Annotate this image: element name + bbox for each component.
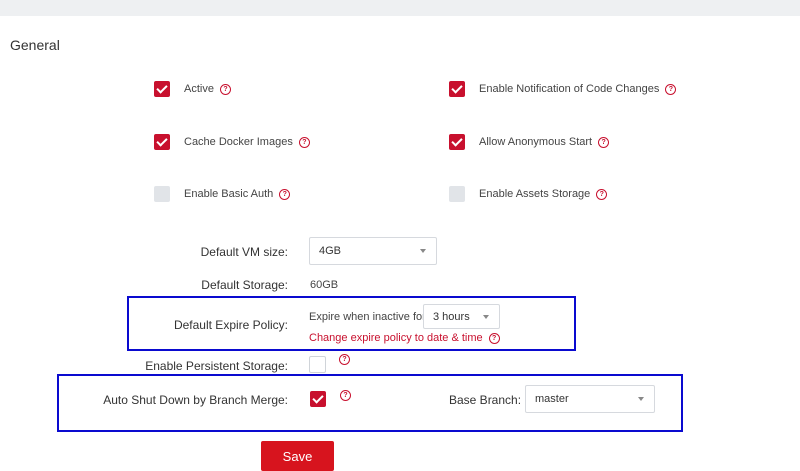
- chevron-down-icon: [420, 249, 426, 253]
- enable-basic-auth-checkbox[interactable]: [154, 186, 170, 202]
- vm-size-label: Default VM size:: [200, 245, 288, 259]
- help-icon[interactable]: ?: [339, 354, 350, 365]
- option-label: Enable Basic Auth: [184, 188, 274, 200]
- help-icon[interactable]: ?: [488, 332, 500, 344]
- option-label: Enable Notification of Code Changes: [479, 83, 660, 95]
- expire-policy-label: Default Expire Policy:: [173, 318, 288, 332]
- expire-duration-select[interactable]: 3 hours: [423, 304, 500, 329]
- vm-size-value: 4GB: [319, 245, 342, 257]
- option-label: Cache Docker Images: [184, 136, 293, 148]
- option-label: Allow Anonymous Start: [479, 136, 593, 148]
- help-icon[interactable]: ?: [298, 136, 310, 148]
- help-icon[interactable]: ?: [279, 188, 291, 200]
- help-icon[interactable]: ?: [219, 83, 231, 95]
- persistent-storage-control[interactable]: ?: [309, 354, 350, 373]
- option-enable-assets-storage[interactable]: Enable Assets Storage ?: [449, 186, 608, 202]
- option-active[interactable]: Active ?: [154, 81, 231, 97]
- save-button[interactable]: Save: [261, 441, 334, 471]
- change-expire-policy-text: Change expire policy to date & time: [309, 332, 483, 344]
- option-label: Enable Assets Storage: [479, 188, 591, 200]
- auto-shutdown-control[interactable]: ?: [310, 389, 351, 407]
- enable-assets-storage-checkbox[interactable]: [449, 186, 465, 202]
- help-icon[interactable]: ?: [598, 136, 610, 148]
- chevron-down-icon: [638, 397, 644, 401]
- section-title: General: [10, 37, 60, 53]
- base-branch-value: master: [535, 393, 569, 405]
- vm-size-select[interactable]: 4GB: [309, 237, 437, 265]
- persistent-storage-label: Enable Persistent Storage:: [145, 359, 288, 373]
- option-label: Active: [184, 83, 214, 95]
- base-branch-select[interactable]: master: [525, 385, 655, 413]
- expire-duration-value: 3 hours: [433, 310, 470, 323]
- chevron-down-icon: [483, 314, 489, 319]
- help-icon[interactable]: ?: [596, 188, 608, 200]
- expire-prefix-text: Expire when inactive for: [309, 311, 426, 323]
- change-expire-policy-link[interactable]: Change expire policy to date & time ?: [309, 332, 500, 344]
- notify-code-changes-checkbox[interactable]: [449, 81, 465, 97]
- cache-docker-images-checkbox[interactable]: [154, 134, 170, 150]
- active-checkbox[interactable]: [154, 81, 170, 97]
- option-enable-basic-auth[interactable]: Enable Basic Auth ?: [154, 186, 291, 202]
- top-bar: [0, 0, 800, 16]
- option-cache-docker-images[interactable]: Cache Docker Images ?: [154, 134, 310, 150]
- storage-value: 60GB: [310, 279, 339, 291]
- auto-shutdown-checkbox[interactable]: [310, 391, 326, 407]
- base-branch-label: Base Branch:: [449, 393, 522, 407]
- help-icon[interactable]: ?: [665, 83, 677, 95]
- option-notify-code-changes[interactable]: Enable Notification of Code Changes ?: [449, 81, 677, 97]
- help-icon[interactable]: ?: [340, 389, 351, 401]
- auto-shutdown-label: Auto Shut Down by Branch Merge:: [103, 393, 288, 407]
- persistent-storage-checkbox[interactable]: [309, 356, 326, 373]
- option-allow-anonymous-start[interactable]: Allow Anonymous Start ?: [449, 134, 610, 150]
- storage-label: Default Storage:: [201, 278, 288, 292]
- allow-anonymous-start-checkbox[interactable]: [449, 134, 465, 150]
